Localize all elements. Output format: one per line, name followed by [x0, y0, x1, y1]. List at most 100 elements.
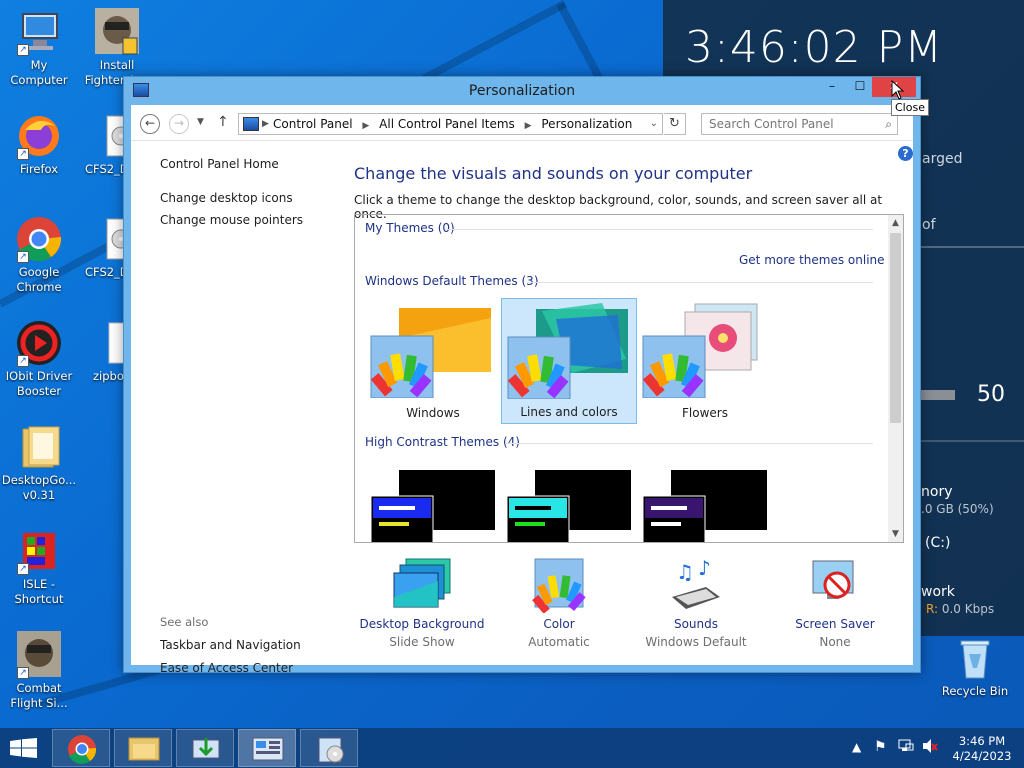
taskbar-clock[interactable]: 3:46 PM 4/24/2023	[950, 734, 1014, 764]
link-change-desktop-icons[interactable]: Change desktop icons	[160, 191, 350, 205]
left-task-pane: Control Panel Home Change desktop icons …	[160, 157, 350, 235]
pilot-icon	[93, 8, 141, 56]
breadcrumb-chevron-icon: ▶	[262, 119, 269, 129]
desktop-icon-label: Google Chrome	[16, 265, 62, 294]
link-taskbar-navigation[interactable]: Taskbar and Navigation	[160, 638, 301, 652]
computer-icon: ↗	[15, 8, 63, 56]
drive-label: (C:)	[925, 535, 951, 551]
driver-booster-icon: ↗	[15, 319, 63, 367]
desktop-icon-isle-shortcut[interactable]: ↗ ISLE - Shortcut	[1, 527, 77, 607]
desktop-background-link[interactable]: Desktop Background	[352, 617, 492, 631]
page-title: Change the visuals and sounds on your co…	[354, 164, 753, 183]
address-dropdown-icon[interactable]: ⌄	[650, 114, 658, 134]
desktop-icon-combat-flight-sim[interactable]: ↗ Combat Flight Si...	[1, 631, 77, 711]
memory-label: nory	[921, 484, 953, 500]
start-button[interactable]	[10, 738, 38, 761]
window-content: ← → ▼ ↑ ▶ Control Panel ▶ All Control Pa…	[131, 105, 913, 675]
sounds-value: Windows Default	[645, 635, 747, 649]
help-icon[interactable]: ?	[898, 146, 913, 161]
desktop-icon-label: My Computer	[10, 58, 68, 87]
taskbar-control-panel[interactable]	[238, 729, 296, 767]
sounds-setting[interactable]: ♫ ♪ Sounds Windows Default	[626, 556, 766, 649]
desktop-icon-my-computer[interactable]: ↗ My Computer	[1, 8, 77, 88]
volume-bar[interactable]	[921, 390, 955, 400]
widget-battery-text: arged	[922, 151, 963, 167]
taskbar: ▲ ⚑ 3:46 PM 4/24/2023	[0, 728, 1024, 768]
volume-muted-icon[interactable]	[922, 738, 938, 768]
scroll-up-icon[interactable]: ▲	[888, 218, 903, 228]
theme-lines-and-colors[interactable]: Lines and colors	[501, 298, 637, 424]
screen-saver-setting[interactable]: Screen Saver None	[765, 557, 905, 649]
theme-flowers[interactable]: Flowers	[637, 298, 773, 424]
window-title: Personalization	[468, 83, 576, 99]
breadcrumb-personalization[interactable]: Personalization	[541, 117, 632, 131]
desktop-icon-desktopgo[interactable]: DesktopGo... v0.31	[1, 423, 77, 503]
forward-button[interactable]: →	[169, 114, 189, 134]
personalization-window[interactable]: Personalization – ☐ ✕ ← → ▼ ↑ ▶ Control …	[123, 76, 921, 675]
breadcrumb-control-panel[interactable]: Control Panel	[273, 117, 353, 131]
chrome-icon	[68, 735, 97, 764]
desktop-icon-recycle-bin[interactable]: Recycle Bin	[937, 634, 1013, 699]
pilot-icon: ↗	[15, 631, 63, 679]
desktop-icon-firefox[interactable]: ↗ Firefox	[1, 112, 77, 177]
desktop-icon-iobit-driver-booster[interactable]: ↗ IObit Driver Booster	[1, 319, 77, 399]
taskbar-file-explorer[interactable]	[114, 729, 172, 767]
screen-saver-link[interactable]: Screen Saver	[765, 617, 905, 631]
scroll-down-icon[interactable]: ▼	[888, 529, 903, 539]
breadcrumb-chevron-icon: ▶	[362, 121, 370, 131]
group-high-contrast-themes: High Contrast Themes (4)	[365, 435, 520, 449]
screen-saver-icon	[805, 557, 865, 613]
title-bar[interactable]: Personalization – ☐ ✕	[124, 77, 920, 105]
theme-list-scrollbar[interactable]: ▲ ▼	[888, 215, 903, 542]
taskbar-app-3[interactable]	[176, 729, 234, 767]
desktop-background-setting[interactable]: Desktop Background Slide Show	[352, 557, 492, 649]
breadcrumb-all-items[interactable]: All Control Panel Items	[379, 117, 515, 131]
see-also-label: See also	[160, 615, 209, 629]
link-get-more-themes[interactable]: Get more themes online	[739, 253, 885, 267]
desktop-icon-google-chrome[interactable]: ↗ Google Chrome	[1, 215, 77, 295]
network-value: R: 0.0 Kbps	[926, 602, 994, 616]
action-center-flag-icon[interactable]: ⚑	[874, 739, 887, 768]
show-hidden-icons-chevron[interactable]: ▲	[852, 740, 861, 768]
taskbar-date: 4/24/2023	[952, 749, 1012, 763]
close-tooltip: Close	[891, 99, 929, 116]
control-panel-icon	[252, 737, 284, 761]
desktop-icon-label: IObit Driver Booster	[5, 369, 73, 398]
theme-windows[interactable]: Windows	[365, 298, 501, 424]
desktop-icon-label: Recycle Bin	[941, 684, 1009, 698]
color-link[interactable]: Color	[489, 617, 629, 631]
folder-icon	[15, 423, 63, 471]
cd-setup-icon	[318, 737, 344, 763]
address-bar-row: ← → ▼ ↑ ▶ Control Panel ▶ All Control Pa…	[131, 105, 913, 141]
scrollbar-thumb[interactable]	[890, 233, 901, 423]
isle-icon: ↗	[15, 527, 63, 575]
link-control-panel-home[interactable]: Control Panel Home	[160, 157, 350, 171]
search-input[interactable]: Search Control Panel ⌕	[701, 113, 898, 135]
address-field[interactable]: ▶ Control Panel ▶ All Control Panel Item…	[238, 113, 663, 135]
theme-list[interactable]: My Themes (0) Get more themes online Win…	[354, 214, 904, 543]
memory-value: .0 GB (50%)	[921, 502, 994, 516]
minimize-button[interactable]: –	[818, 77, 846, 97]
sounds-link[interactable]: Sounds	[626, 617, 766, 631]
theme-label: Lines and colors	[520, 405, 618, 419]
color-setting[interactable]: Color Automatic	[489, 557, 629, 649]
desktop-background-value: Slide Show	[389, 635, 455, 649]
theme-high-contrast-2[interactable]	[501, 460, 637, 542]
up-arrow-icon[interactable]: ↑	[217, 114, 229, 130]
network-icon[interactable]	[898, 738, 914, 768]
network-label: work	[921, 584, 955, 600]
theme-high-contrast-1[interactable]	[365, 460, 501, 542]
theme-high-contrast-3[interactable]	[637, 460, 773, 542]
refresh-button[interactable]: ↻	[664, 113, 686, 135]
taskbar-chrome[interactable]	[52, 729, 110, 767]
desktop-icon-label: ISLE - Shortcut	[14, 577, 64, 606]
maximize-button[interactable]: ☐	[846, 77, 874, 97]
link-change-mouse-pointers[interactable]: Change mouse pointers	[160, 213, 350, 227]
taskbar-app-5[interactable]	[300, 729, 358, 767]
group-my-themes: My Themes (0)	[365, 221, 455, 235]
control-panel-icon	[243, 117, 259, 131]
recent-pages-chevron-icon[interactable]: ▼	[197, 117, 204, 127]
link-ease-of-access[interactable]: Ease of Access Center	[160, 661, 293, 675]
back-button[interactable]: ←	[140, 114, 160, 134]
group-divider	[505, 443, 873, 444]
